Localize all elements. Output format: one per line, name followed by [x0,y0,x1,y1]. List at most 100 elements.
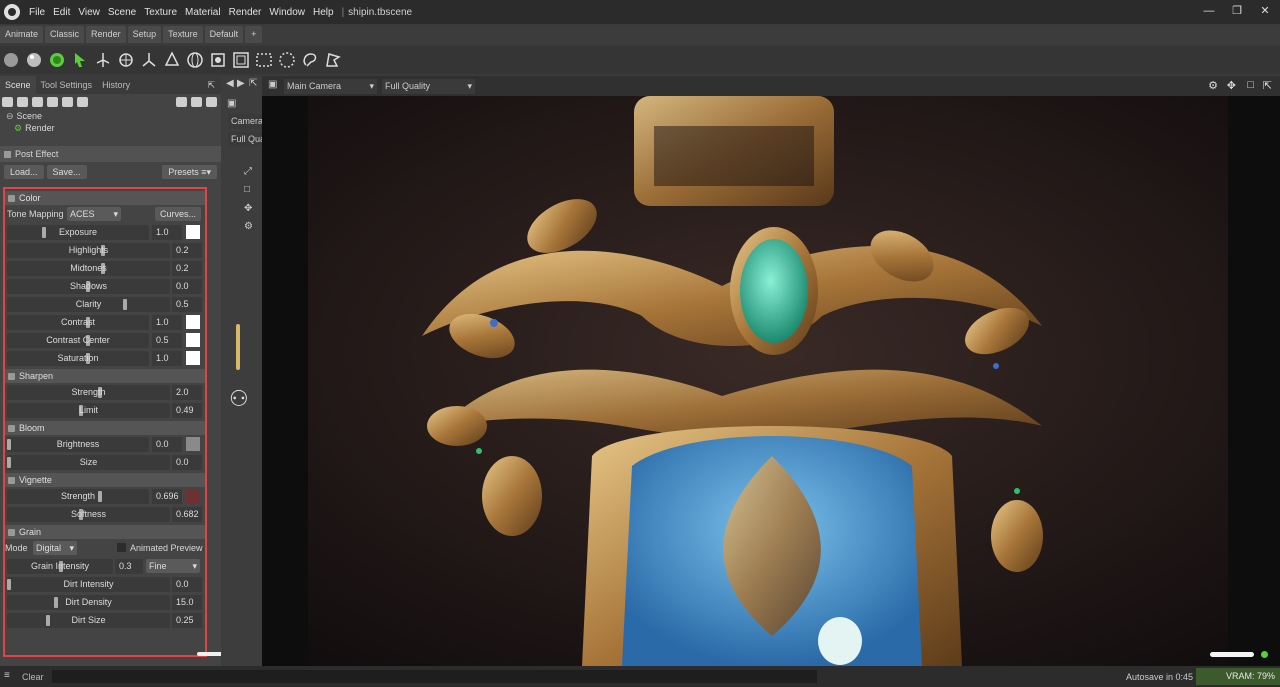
expand-icon[interactable]: ⤢ [244,166,252,177]
setting-value[interactable]: 0.49 [172,402,202,418]
duplicate-icon[interactable] [191,97,202,107]
transform-icon[interactable] [162,50,182,70]
light-icon[interactable] [17,97,28,107]
menu-material[interactable]: Material [181,7,225,18]
scale-icon[interactable] [139,50,159,70]
grain-section-header[interactable]: Grain [5,525,205,539]
polygon-select-icon[interactable] [323,50,343,70]
sharpen-section-header[interactable]: Sharpen [5,369,205,383]
setting-slider[interactable]: Dirt Size [7,612,170,628]
setting-slider[interactable]: Dirt Intensity [7,576,170,592]
setting-slider[interactable]: Shadows [7,278,170,294]
setting-value[interactable]: 2.0 [172,384,202,400]
menu-window[interactable]: Window [265,7,309,18]
setting-value[interactable]: 0.5 [152,332,182,348]
setting-slider[interactable]: Dirt Density [7,594,170,610]
bloom-section-header[interactable]: Bloom [5,421,205,435]
tab-add[interactable]: + [245,26,263,43]
close-icon[interactable]: ✕ [1258,4,1272,18]
tab-texture[interactable]: Texture [163,26,203,43]
grain-intensity-slider[interactable]: Grain Intensity [7,558,113,574]
collapse-icon[interactable]: ⊖ [6,111,14,122]
tab-classic[interactable]: Classic [45,26,85,43]
clear-button[interactable]: Clear [22,672,44,682]
move-icon[interactable]: ✥ [1227,79,1236,92]
setting-slider[interactable]: Clarity [7,296,170,312]
tone-mapping-dropdown[interactable]: ACES [67,207,121,221]
camera-small-icon[interactable]: ▣ [268,79,277,90]
tab-setup[interactable]: Setup [127,26,162,43]
film-camera-icon[interactable]: ⚇ [229,384,257,414]
menu-edit[interactable]: Edit [49,7,74,18]
settings-icon[interactable]: ⚙ [244,221,253,232]
vignette-section-header[interactable]: Vignette [5,473,205,487]
save-button[interactable]: Save... [46,165,87,179]
arrow-left-icon[interactable]: ◀ [226,78,234,89]
skull-icon[interactable] [77,97,88,107]
popout-icon[interactable]: ⇱ [249,78,257,89]
setting-slider[interactable]: Strength [7,384,170,400]
viewport-scroll-indicator[interactable] [1210,652,1254,657]
animated-preview-checkbox[interactable] [117,543,126,552]
tab-scene[interactable]: Scene [0,76,36,94]
setting-value[interactable]: 1.0 [152,314,182,330]
setting-slider[interactable]: Softness [7,506,170,522]
sphere-gloss-icon[interactable] [24,50,44,70]
tree-item-render[interactable]: ⚙ Render [0,122,221,134]
setting-slider[interactable]: Size [7,454,170,470]
lasso-select-icon[interactable] [300,50,320,70]
maximize-icon[interactable]: ❐ [1230,4,1244,18]
color-swatch[interactable] [186,489,200,503]
mode-dropdown[interactable]: Digital [33,541,77,555]
setting-value[interactable]: 1.0 [152,224,182,240]
rotate-icon[interactable] [116,50,136,70]
setting-value[interactable]: 0.0 [152,436,182,452]
setting-value[interactable]: 0.0 [172,454,202,470]
menu-help[interactable]: Help [309,7,338,18]
load-button[interactable]: Load... [4,165,44,179]
tree-item-scene[interactable]: ⊖ Scene [0,110,221,122]
curves-button[interactable]: Curves... [155,207,201,221]
setting-value[interactable]: 0.0 [172,278,202,294]
setting-slider[interactable]: Brightness [7,436,149,452]
setting-slider[interactable]: Strength [7,488,149,504]
panel-collapse-icon[interactable] [4,150,11,158]
settings-icon[interactable]: ⚙ [1208,79,1218,92]
popout-icon[interactable]: ⇱ [1263,79,1272,92]
setting-value[interactable]: 0.0 [172,576,202,592]
menu-view[interactable]: View [74,7,104,18]
popout-icon[interactable]: ⇱ [207,80,215,91]
setting-slider[interactable]: Limit [7,402,170,418]
menu-scene[interactable]: Scene [104,7,140,18]
tab-animate[interactable]: Animate [0,26,44,43]
move-icon[interactable]: ✥ [244,203,252,214]
frame-object-icon[interactable] [208,50,228,70]
color-swatch[interactable] [186,437,200,451]
setting-value[interactable]: 0.5 [172,296,202,312]
setting-value[interactable]: 1.0 [152,350,182,366]
move-icon[interactable] [93,50,113,70]
sphere-green-icon[interactable] [47,50,67,70]
folder-icon[interactable] [176,97,187,107]
setting-slider[interactable]: Contrast Center [7,332,149,348]
mesh-icon[interactable] [47,97,58,107]
setting-value[interactable]: 0.682 [172,506,202,522]
menu-texture[interactable]: Texture [140,7,181,18]
trash-icon[interactable] [206,97,217,107]
sphere-matte-icon[interactable] [1,50,21,70]
grain-intensity-value[interactable]: 0.3 [115,558,143,574]
maximize-viewport-icon[interactable]: □ [1247,79,1254,91]
setting-slider[interactable]: Contrast [7,314,149,330]
tab-history[interactable]: History [97,76,135,94]
circle-select-icon[interactable] [277,50,297,70]
tab-default[interactable]: Default [204,26,244,43]
menu-file[interactable]: File [25,7,49,18]
setting-slider[interactable]: Midtones [7,260,170,276]
setting-value[interactable]: 0.2 [172,242,202,258]
camera-icon[interactable] [32,97,43,107]
setting-value[interactable]: 0.25 [172,612,202,628]
color-swatch[interactable] [186,351,200,365]
color-swatch[interactable] [186,315,200,329]
setting-slider[interactable]: Highlights [7,242,170,258]
quality-dropdown[interactable]: Full Quality [382,79,475,94]
